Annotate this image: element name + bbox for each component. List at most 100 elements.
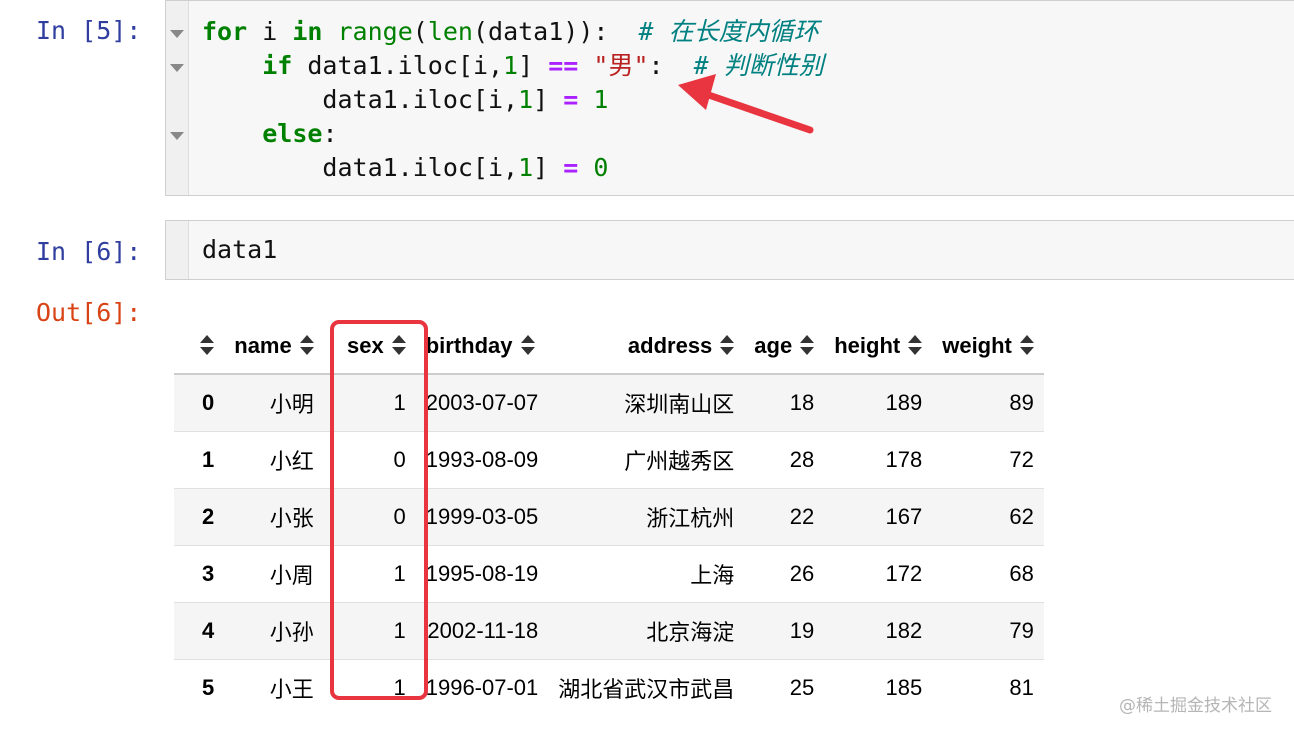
table-cell: 广州越秀区 [624, 449, 735, 474]
code-token: 1 [518, 153, 534, 182]
row-index: 2 [202, 504, 215, 529]
table-row: 3 小周 1 1995-08-19 上海 26 172 68 [174, 546, 1044, 603]
watermark: @稀土掘金技术社区 [1119, 696, 1272, 716]
fold-arrow-icon[interactable] [170, 30, 184, 38]
sort-icon[interactable] [800, 334, 815, 355]
table-cell: 189 [885, 390, 923, 415]
column-header[interactable]: age [744, 318, 825, 375]
code-token: = [563, 85, 579, 114]
code-line: data1.iloc[i,1] = 0 [202, 151, 824, 185]
code-line: data1 [202, 233, 277, 267]
table-cell: 2003-07-07 [425, 390, 539, 415]
code-token: 0 [593, 153, 609, 182]
sort-icon[interactable] [520, 334, 535, 355]
code-token: data1 [202, 235, 278, 264]
code-editor[interactable]: data1 [202, 233, 277, 267]
table-cell: 25 [789, 675, 815, 700]
row-index: 4 [202, 618, 215, 643]
code-token: i [247, 17, 293, 46]
row-index: 1 [202, 447, 215, 472]
code-token: : [322, 119, 338, 148]
code-token: data1.iloc[i, [202, 153, 519, 182]
column-header[interactable]: height [824, 318, 933, 375]
table-cell: 81 [1009, 675, 1034, 700]
table-cell: 68 [1009, 561, 1034, 586]
table-cell: 深圳南山区 [624, 392, 735, 417]
annotation-arrow-icon [678, 74, 814, 134]
code-token: else [262, 119, 323, 148]
code-token: "男" [593, 51, 649, 80]
code-token: in [292, 17, 323, 46]
table-cell: 2002-11-18 [427, 618, 539, 643]
table-cell: 1995-08-19 [425, 561, 539, 586]
code-token: for [202, 17, 248, 46]
code-token: 1 [593, 85, 609, 114]
table-cell: 小周 [269, 563, 314, 588]
code-token: ] [518, 51, 549, 80]
sort-icon[interactable] [908, 334, 923, 355]
dataframe-table: name sex birthday address age height wei… [174, 318, 1044, 716]
column-header[interactable]: name [224, 318, 324, 375]
table-row: 1 小红 0 1993-08-09 广州越秀区 28 178 72 [174, 432, 1044, 489]
table-cell: 62 [1009, 504, 1034, 529]
code-token: range [337, 17, 413, 46]
table-header-row: name sex birthday address age height wei… [174, 318, 1044, 375]
column-header[interactable]: address [548, 318, 745, 375]
table-cell: 89 [1009, 390, 1034, 415]
fold-gutter [166, 221, 189, 279]
table-cell: 172 [885, 561, 923, 586]
table-cell: 1993-08-09 [425, 447, 539, 472]
table-cell: 79 [1009, 618, 1034, 643]
table-cell: 72 [1009, 447, 1034, 472]
column-header[interactable]: weight [932, 318, 1044, 375]
table-cell: 182 [885, 618, 923, 643]
sort-icon[interactable] [200, 334, 215, 355]
output-prompt: Out[6]: [36, 298, 142, 327]
row-index: 3 [202, 561, 215, 586]
table-row: 5 小王 1 1996-07-01 湖北省武汉市武昌 25 185 81 [174, 660, 1044, 717]
code-token: = [563, 153, 579, 182]
table-row: 2 小张 0 1999-03-05 浙江杭州 22 167 62 [174, 488, 1044, 546]
sort-icon[interactable] [1019, 334, 1034, 355]
sex-column-highlight [330, 320, 428, 700]
table-cell: 185 [885, 675, 923, 700]
table-cell: 湖北省武汉市武昌 [558, 677, 735, 702]
index-header[interactable] [174, 318, 225, 375]
code-token: if [262, 51, 293, 80]
table-cell: 1996-07-01 [425, 675, 539, 700]
table-cell: 167 [885, 504, 923, 529]
table-row: 0 小明 1 2003-07-07 深圳南山区 18 189 89 [174, 374, 1044, 432]
table-cell: 小王 [269, 677, 314, 702]
table-cell: 小明 [269, 392, 314, 417]
column-header[interactable]: birthday [415, 318, 549, 375]
table-cell: 北京海淀 [646, 620, 735, 645]
table-cell: 18 [789, 390, 815, 415]
fold-arrow-icon[interactable] [170, 64, 184, 72]
row-index: 0 [202, 390, 215, 415]
code-token: 1 [518, 85, 534, 114]
fold-arrow-icon[interactable] [170, 132, 184, 140]
code-cell-6[interactable]: data1 [165, 220, 1294, 280]
table-cell: 178 [885, 447, 923, 472]
table-cell: 上海 [690, 563, 735, 588]
table-row: 4 小孙 1 2002-11-18 北京海淀 19 182 79 [174, 602, 1044, 660]
table-cell: 26 [789, 561, 815, 586]
cell-6-prompt: In [6]: [36, 237, 142, 266]
sort-icon[interactable] [299, 334, 314, 355]
code-token: == [548, 51, 579, 80]
code-line: for i in range(len(data1)): # 在长度内循环 [202, 15, 824, 49]
table-cell: 1999-03-05 [425, 504, 539, 529]
row-index: 5 [202, 675, 215, 700]
table-cell: 浙江杭州 [646, 506, 735, 531]
cell-5-prompt: In [5]: [36, 16, 142, 45]
table-cell: 小红 [269, 449, 314, 474]
code-token: data1.iloc[i, [202, 85, 519, 114]
code-token: (data1)): [472, 17, 639, 46]
sort-icon[interactable] [720, 334, 735, 355]
